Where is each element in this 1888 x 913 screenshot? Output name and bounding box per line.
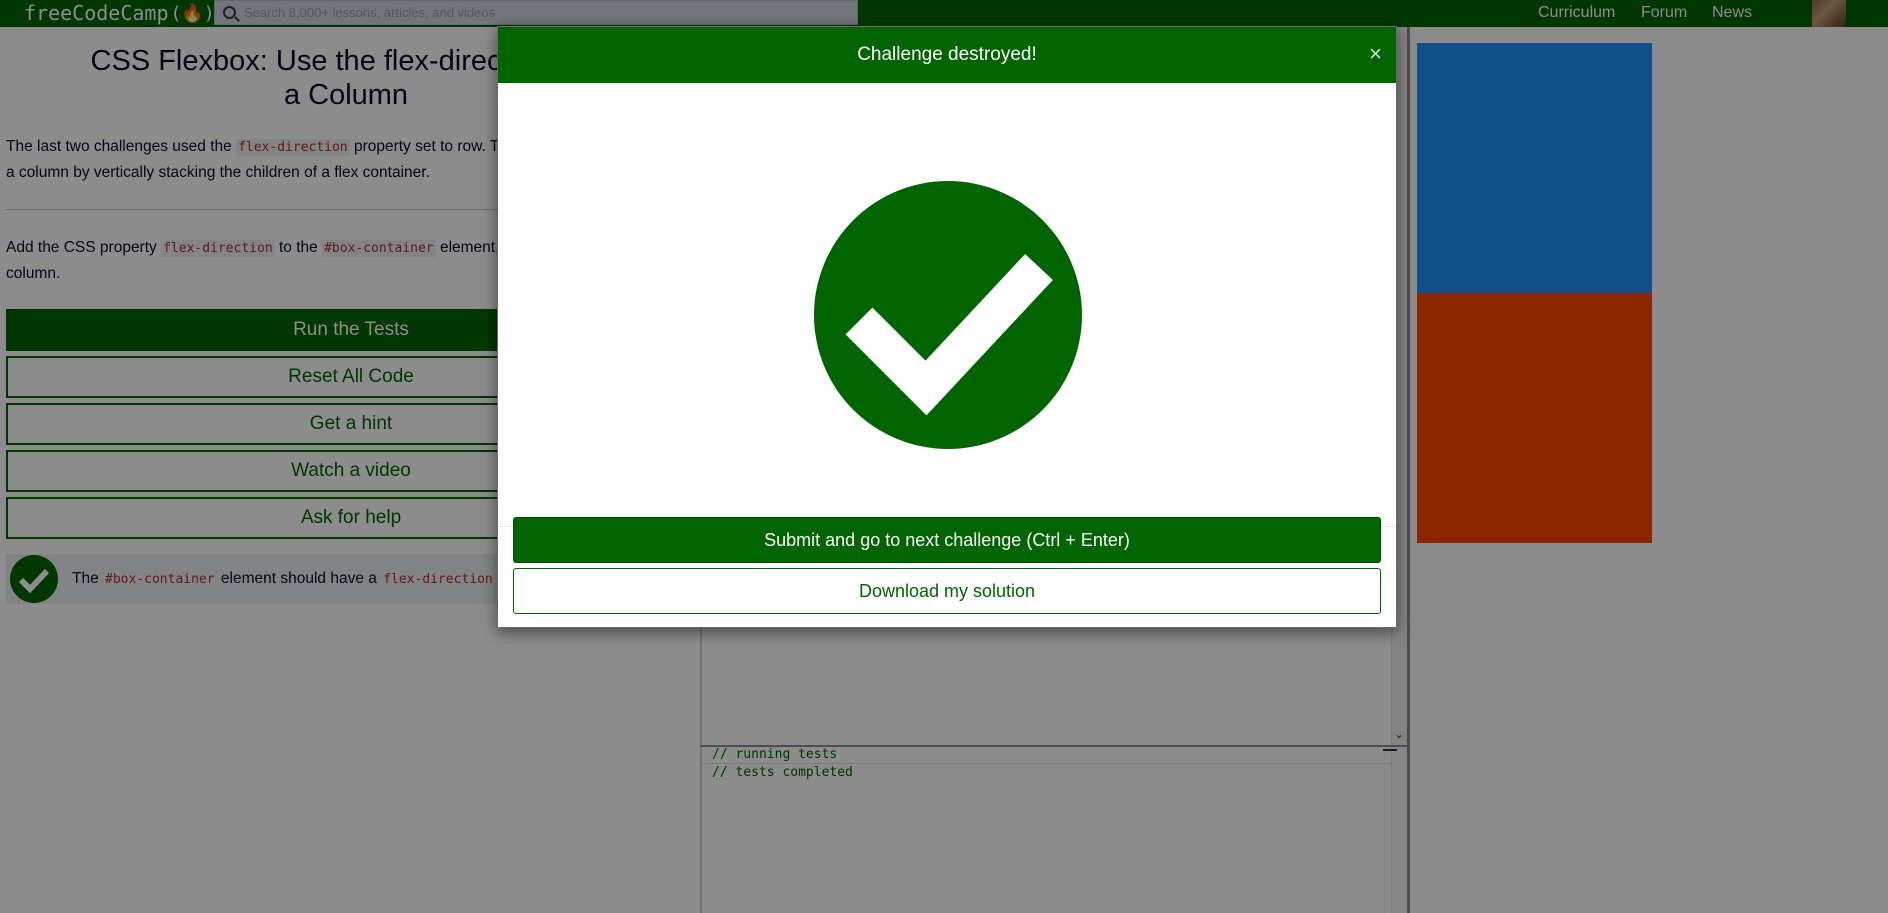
modal-body bbox=[498, 83, 1396, 527]
submit-next-button[interactable]: Submit and go to next challenge (Ctrl + … bbox=[513, 517, 1381, 563]
download-solution-button[interactable]: Download my solution bbox=[513, 568, 1381, 614]
modal-header: Challenge destroyed! × bbox=[498, 27, 1396, 83]
modal-title: Challenge destroyed! bbox=[857, 44, 1037, 65]
close-icon[interactable]: × bbox=[1369, 43, 1382, 65]
completion-modal: Challenge destroyed! × Submit and go to … bbox=[497, 26, 1397, 628]
success-check-icon bbox=[814, 181, 1082, 449]
